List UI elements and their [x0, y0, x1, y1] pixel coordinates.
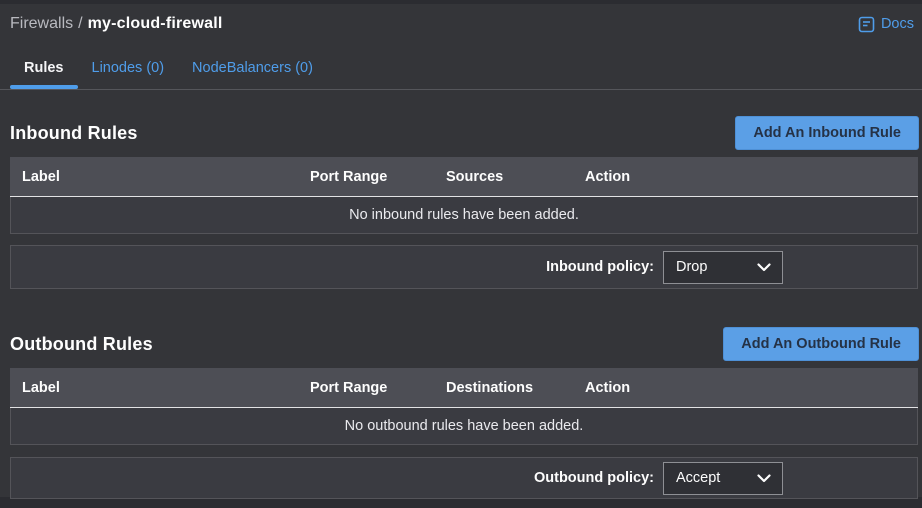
docs-document-icon [858, 16, 875, 33]
inbound-column-action: Action [585, 169, 918, 185]
outbound-empty-message: No outbound rules have been added. [345, 418, 584, 434]
breadcrumb-current-firewall: my-cloud-firewall [88, 15, 223, 32]
inbound-policy-value: Drop [676, 259, 707, 275]
add-outbound-rule-button[interactable]: Add An Outbound Rule [723, 327, 919, 361]
outbound-column-destinations: Destinations [446, 380, 585, 396]
inbound-rules-table: Label Port Range Sources Action No inbou… [10, 157, 918, 234]
outbound-column-label: Label [10, 380, 310, 396]
outbound-section-header: Outbound Rules Add An Outbound Rule [10, 327, 919, 361]
firewall-detail-page: Firewalls / my-cloud-firewall Docs Rules L… [0, 4, 922, 497]
outbound-rules-title: Outbound Rules [10, 334, 153, 355]
outbound-column-port-range: Port Range [310, 380, 446, 396]
inbound-column-label: Label [10, 169, 310, 185]
outbound-empty-row: No outbound rules have been added. [10, 408, 918, 445]
inbound-policy-select[interactable]: Drop [663, 251, 783, 284]
outbound-policy-select[interactable]: Accept [663, 462, 783, 495]
outbound-policy-value: Accept [676, 470, 720, 486]
add-inbound-rule-button[interactable]: Add An Inbound Rule [735, 116, 919, 150]
inbound-section-header: Inbound Rules Add An Inbound Rule [10, 116, 919, 150]
outbound-policy-label: Outbound policy: [534, 470, 654, 486]
chevron-down-icon [757, 474, 771, 483]
tab-nodebalancers[interactable]: NodeBalancers (0) [178, 58, 327, 89]
top-bar: Firewalls / my-cloud-firewall Docs [0, 4, 922, 36]
inbound-rules-title: Inbound Rules [10, 123, 138, 144]
inbound-column-sources: Sources [446, 169, 585, 185]
breadcrumb-firewalls-link[interactable]: Firewalls [10, 15, 73, 32]
chevron-down-icon [757, 263, 771, 272]
outbound-table-header: Label Port Range Destinations Action [10, 368, 918, 408]
inbound-table-header: Label Port Range Sources Action [10, 157, 918, 197]
outbound-column-action: Action [585, 380, 918, 396]
breadcrumb: Firewalls / my-cloud-firewall [10, 15, 223, 33]
docs-link-label: Docs [881, 16, 914, 32]
inbound-policy-label: Inbound policy: [546, 259, 654, 275]
docs-link[interactable]: Docs [858, 16, 914, 33]
tab-bar: Rules Linodes (0) NodeBalancers (0) [0, 58, 922, 90]
inbound-empty-row: No inbound rules have been added. [10, 197, 918, 234]
inbound-column-port-range: Port Range [310, 169, 446, 185]
tab-linodes[interactable]: Linodes (0) [78, 58, 179, 89]
inbound-policy-row: Inbound policy: Drop [10, 245, 918, 289]
inbound-empty-message: No inbound rules have been added. [349, 207, 579, 223]
outbound-policy-row: Outbound policy: Accept [10, 457, 918, 499]
outbound-rules-table: Label Port Range Destinations Action No … [10, 368, 918, 445]
tab-rules[interactable]: Rules [10, 58, 78, 89]
breadcrumb-separator: / [78, 15, 82, 32]
